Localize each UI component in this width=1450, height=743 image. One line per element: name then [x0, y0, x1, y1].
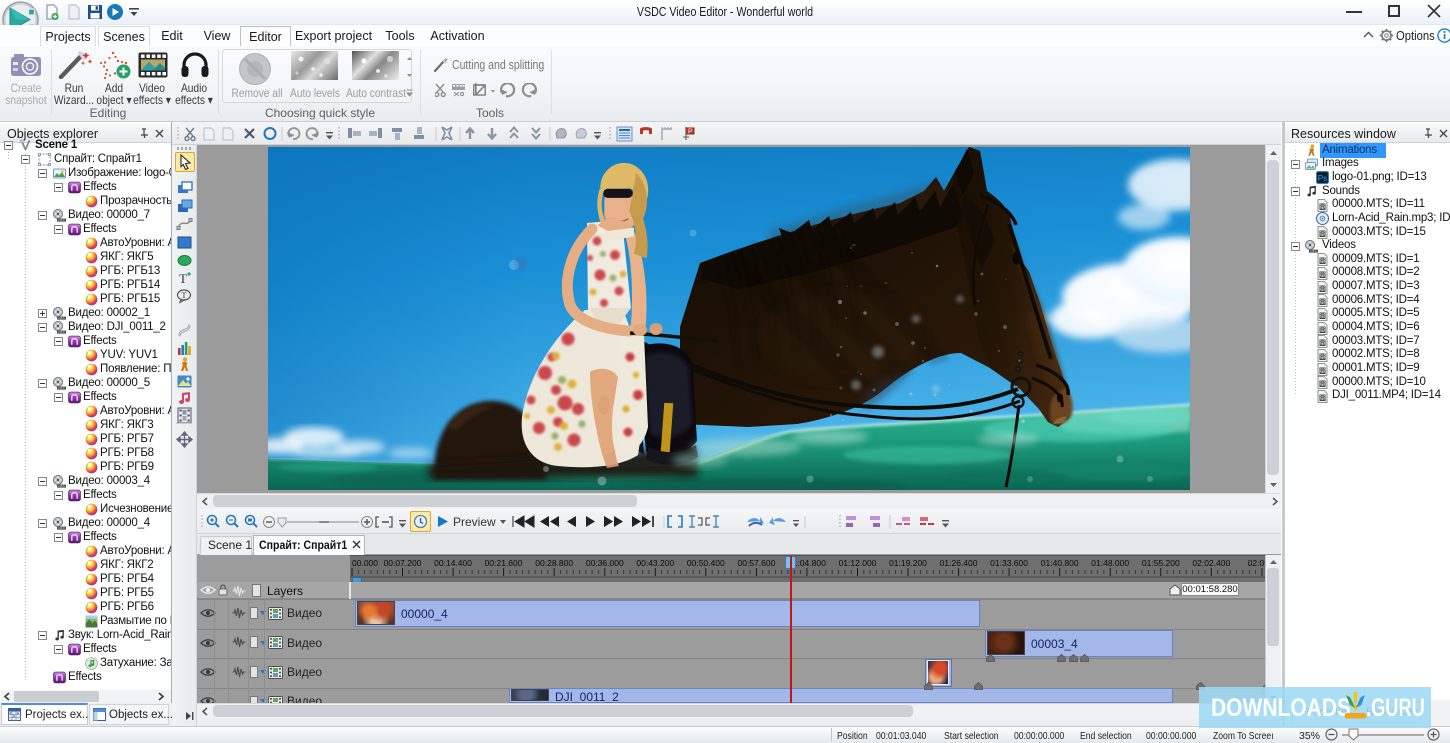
svg-text:T: T [179, 271, 187, 286]
svg-text:01:48.000: 01:48.000 [1091, 558, 1129, 568]
svg-text:00:07.200: 00:07.200 [384, 558, 422, 568]
svg-text:00:14.400: 00:14.400 [434, 558, 472, 568]
svg-text:01:40.800: 01:40.800 [1041, 558, 1079, 568]
svg-text:P: P [688, 129, 693, 136]
svg-text:00:50.400: 00:50.400 [687, 558, 725, 568]
svg-text:00:28.800: 00:28.800 [535, 558, 573, 568]
svg-text:02:09.6: 02:09.6 [1248, 558, 1265, 568]
svg-text:01:26.400: 01:26.400 [940, 558, 978, 568]
svg-text:01:19.200: 01:19.200 [889, 558, 927, 568]
svg-text:00:43.200: 00:43.200 [636, 558, 674, 568]
svg-text:01:55.200: 01:55.200 [1142, 558, 1180, 568]
svg-text:00:57.600: 00:57.600 [737, 558, 775, 568]
svg-text:01:12.000: 01:12.000 [839, 558, 877, 568]
svg-text:02:02.400: 02:02.400 [1192, 558, 1230, 568]
svg-text:00:21.600: 00:21.600 [485, 558, 523, 568]
svg-text:01:33.600: 01:33.600 [990, 558, 1028, 568]
svg-text:T: T [182, 291, 187, 300]
svg-text:00.000: 00.000 [352, 558, 378, 568]
svg-text:00:36.000: 00:36.000 [586, 558, 624, 568]
